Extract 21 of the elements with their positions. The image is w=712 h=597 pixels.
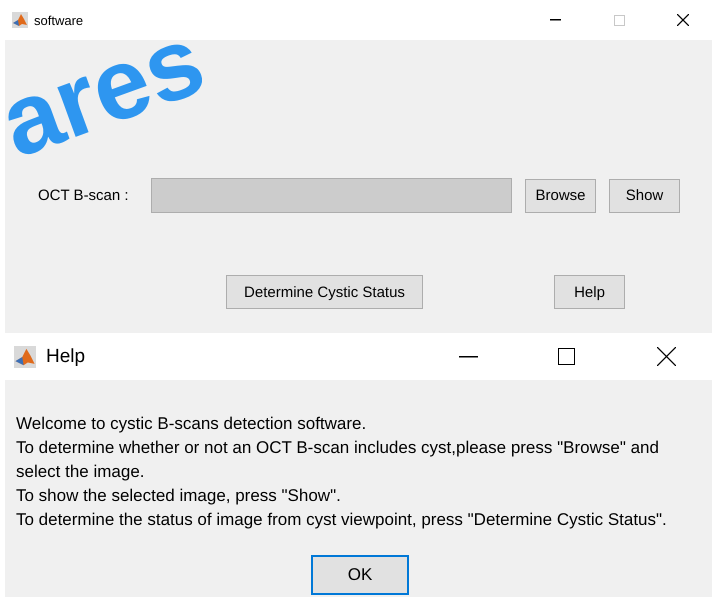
- ok-button[interactable]: OK: [311, 555, 409, 595]
- close-icon[interactable]: [656, 347, 676, 366]
- dialog-title: Help: [46, 346, 86, 368]
- field-label: OCT B-scan :: [38, 187, 130, 204]
- dialog-button[interactable]: Browse: [525, 178, 596, 212]
- help-text: To determine whether or not an OCT B-scan includes cyst,please press "Browse" and select the image.: [16, 437, 660, 483]
- app-logo-icon: [14, 346, 36, 368]
- maximize-icon[interactable]: [558, 348, 574, 365]
- help-text: Welcome to cystic B-scans detection software.: [16, 413, 368, 435]
- window-title: software: [34, 12, 84, 28]
- help-text: To show the selected image, press "Show".: [16, 485, 342, 507]
- minimize-icon[interactable]: [458, 356, 478, 358]
- app-logo-icon: [12, 12, 28, 28]
- dialog-button[interactable]: Show: [609, 178, 680, 212]
- minimize-icon[interactable]: [550, 19, 560, 21]
- help-text: To determine the status of image from cyst viewpoint, press "Determine Cystic Status".: [16, 509, 668, 531]
- dialog-button[interactable]: Determine Cystic Status: [226, 275, 423, 309]
- dialog-button[interactable]: Help: [554, 275, 625, 309]
- file-path-field[interactable]: [151, 178, 512, 213]
- close-icon[interactable]: [677, 14, 689, 26]
- overlay-heading: ares: [0, 30, 208, 153]
